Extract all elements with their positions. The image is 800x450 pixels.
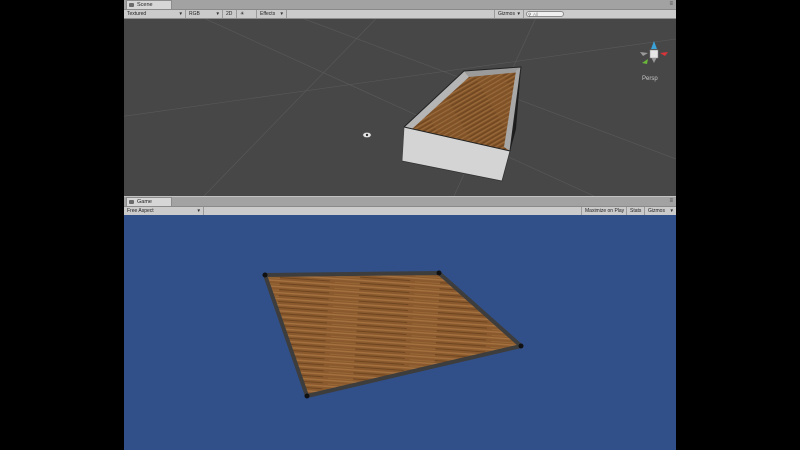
- scene-search-input[interactable]: ⚲ All: [526, 11, 564, 17]
- effects-dropdown[interactable]: Effects ▼: [257, 10, 287, 18]
- chevron-down-icon: ▼: [516, 11, 521, 16]
- render-mode-label: RGB: [189, 11, 200, 17]
- stats-label: Stats: [630, 208, 642, 214]
- search-icon: ⚲: [528, 12, 532, 17]
- sun-icon: ☀: [240, 11, 245, 17]
- scene-icon: [129, 3, 134, 7]
- room-box-object[interactable]: [401, 66, 522, 182]
- scene-toolbar: Textured ▼ RGB ▼ 2D ☀ Effects ▼ Gizmos ▼…: [124, 10, 676, 19]
- 2d-toggle-button[interactable]: 2D: [223, 10, 237, 18]
- tab-game[interactable]: Game: [126, 197, 172, 206]
- aspect-label: Free Aspect: [127, 208, 154, 214]
- tab-scene-label: Scene: [137, 2, 153, 8]
- panel-menu-icon[interactable]: ≡: [669, 198, 673, 205]
- chevron-down-icon: ▼: [215, 11, 220, 16]
- chevron-down-icon: ▼: [196, 208, 201, 213]
- effects-label: Effects: [260, 11, 276, 17]
- aspect-dropdown[interactable]: Free Aspect ▼: [124, 207, 204, 215]
- lighting-toggle-button[interactable]: ☀: [237, 10, 257, 18]
- game-gizmos-label: Gizmos: [648, 208, 665, 214]
- axis-gizmo-icon[interactable]: [640, 41, 668, 64]
- game-gizmos-dropdown[interactable]: Gizmos ▼: [645, 207, 676, 215]
- game-icon: [129, 200, 134, 204]
- scene-gizmos-dropdown[interactable]: Gizmos ▼: [494, 10, 524, 18]
- game-tab-bar: Game ≡: [124, 197, 676, 207]
- scene-grid: [124, 19, 676, 196]
- panel-menu-icon[interactable]: ≡: [669, 1, 673, 8]
- render-mode-dropdown[interactable]: RGB ▼: [186, 10, 223, 18]
- scene-tab-bar: Scene ≡: [124, 0, 676, 10]
- chevron-down-icon: ▼: [669, 208, 674, 213]
- chevron-down-icon: ▼: [279, 11, 284, 16]
- chevron-down-icon: ▼: [178, 11, 183, 16]
- maximize-on-play-toggle[interactable]: Maximize on Play: [581, 207, 627, 215]
- eye-icon[interactable]: [362, 132, 372, 138]
- scene-viewport[interactable]: Persp: [124, 19, 676, 196]
- wooden-floor-plane[interactable]: [263, 271, 523, 398]
- scene-gizmos-label: Gizmos: [498, 11, 515, 17]
- projection-label[interactable]: Persp: [642, 76, 658, 82]
- tab-scene[interactable]: Scene: [126, 0, 172, 9]
- scene-search-placeholder: All: [533, 12, 539, 17]
- stats-toggle[interactable]: Stats: [627, 207, 645, 215]
- shading-mode-label: Textured: [127, 11, 147, 17]
- maximize-on-play-label: Maximize on Play: [585, 208, 625, 214]
- tab-game-label: Game: [137, 199, 152, 205]
- shading-mode-dropdown[interactable]: Textured ▼: [124, 10, 186, 18]
- game-viewport[interactable]: [124, 215, 676, 450]
- 2d-toggle-label: 2D: [226, 11, 233, 17]
- unity-editor: Scene ≡ Textured ▼ RGB ▼ 2D ☀ Effects ▼ …: [124, 0, 676, 450]
